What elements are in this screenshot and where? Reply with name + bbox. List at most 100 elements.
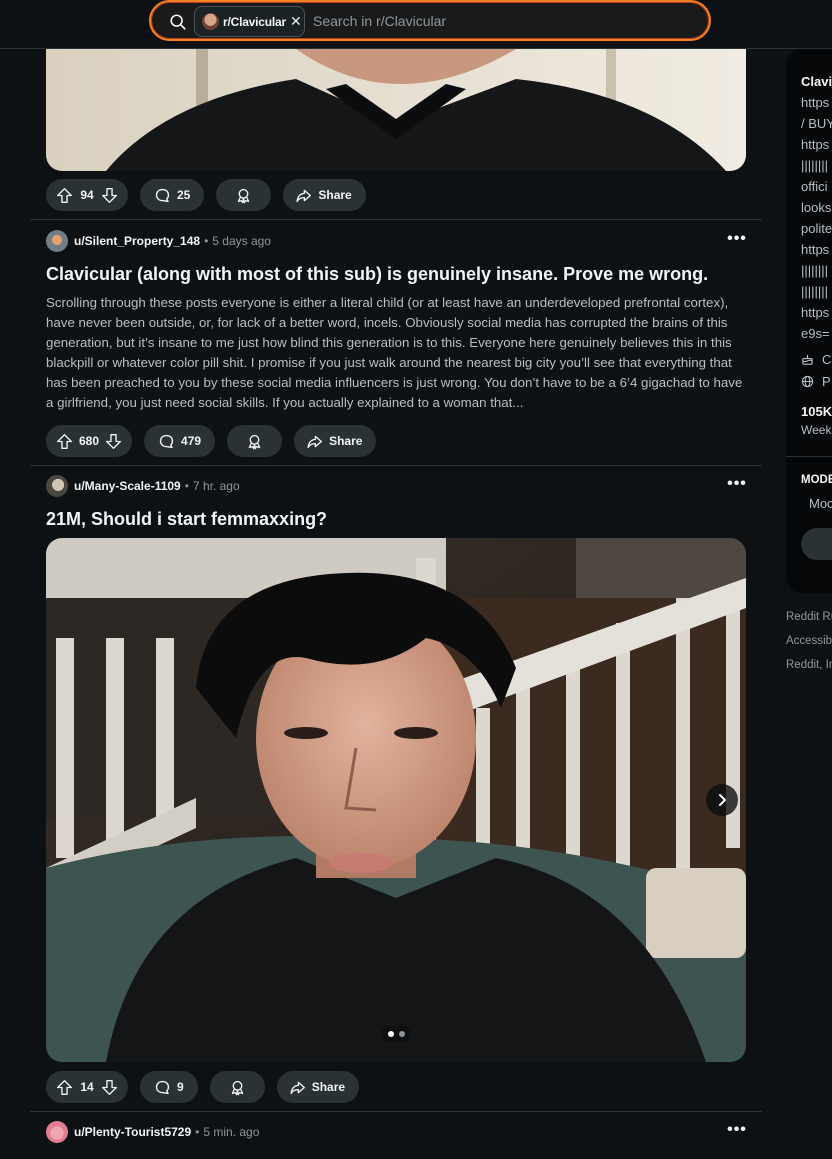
top-header: r/Clavicular ✕ Search in r/Clavicular (0, 0, 832, 49)
post-divider (30, 219, 762, 220)
downvote-icon[interactable] (101, 1079, 118, 1096)
comments-button[interactable]: 25 (140, 179, 205, 211)
post-title[interactable]: 21M, Should i start femmaxxing? (46, 507, 746, 531)
more-options-icon[interactable]: ••• (726, 1121, 748, 1143)
chevron-right-icon (719, 794, 726, 806)
cake-icon (802, 354, 813, 365)
carousel-dot-active[interactable] (387, 1031, 394, 1037)
created-row: C (801, 352, 831, 367)
sidebar-text: |||||||| (801, 284, 829, 299)
downvote-icon[interactable] (105, 433, 122, 450)
sidebar-title: Clavi (801, 74, 832, 89)
share-label: Share (311, 1080, 346, 1094)
moderators-link[interactable]: Moc (809, 496, 832, 511)
downvote-icon[interactable] (101, 187, 118, 204)
post-image[interactable] (46, 538, 746, 1062)
comment-count: 25 (177, 188, 191, 202)
comment-icon (159, 434, 174, 448)
member-count-label: Week (801, 423, 832, 437)
award-icon (248, 434, 261, 449)
public-row: P (801, 374, 831, 389)
post-author[interactable]: u/Plenty-Tourist5729 (74, 1125, 191, 1139)
award-button[interactable] (216, 179, 272, 211)
share-button[interactable]: Share (294, 425, 377, 457)
award-button[interactable] (227, 425, 283, 457)
avatar[interactable] (46, 1121, 68, 1143)
community-avatar (202, 13, 219, 30)
comment-count: 479 (181, 434, 202, 448)
close-icon[interactable]: ✕ (290, 13, 302, 30)
share-icon (307, 435, 323, 448)
sidebar-link[interactable]: https (801, 305, 829, 320)
vote-count: 14 (80, 1080, 94, 1094)
sidebar-divider (786, 456, 832, 457)
meta-separator: • (184, 479, 189, 493)
share-icon (296, 189, 312, 202)
comment-icon (155, 188, 170, 202)
post-divider (30, 1111, 762, 1112)
award-icon (231, 1080, 243, 1095)
more-options-icon[interactable]: ••• (726, 230, 748, 252)
comments-button[interactable]: 9 (140, 1071, 198, 1103)
post-title[interactable]: Clavicular (along with most of this sub)… (46, 262, 746, 286)
share-label: Share (318, 188, 352, 202)
post-actions: 14 9 Share (46, 1071, 360, 1103)
member-count: 105K (801, 404, 832, 419)
sidebar-text: looks (801, 200, 832, 215)
avatar[interactable] (46, 230, 68, 252)
comments-button[interactable]: 479 (144, 425, 216, 457)
community-sidebar: Clavi https / BUY https |||||||| offici … (786, 49, 832, 593)
sidebar-text: |||||||| (801, 263, 829, 278)
community-filter-chip[interactable]: r/Clavicular ✕ (194, 6, 305, 37)
moderators-heading: MODE (801, 474, 832, 486)
post-meta: u/Many-Scale-1109 • 7 hr. ago (46, 475, 240, 497)
share-icon (290, 1081, 305, 1094)
post-body[interactable]: Scrolling through these posts everyone i… (46, 293, 746, 413)
post-meta: u/Plenty-Tourist5729 • 5 min. ago (46, 1121, 259, 1143)
share-button[interactable]: Share (283, 179, 366, 211)
search-icon (170, 14, 186, 30)
post-author[interactable]: u/Many-Scale-1109 (74, 479, 181, 493)
search-bar[interactable]: r/Clavicular ✕ Search in r/Clavicular (149, 0, 711, 41)
sidebar-text: |||||||| (801, 158, 829, 173)
footer-link-accessibility[interactable]: Accessibi (786, 635, 832, 647)
post-time: 7 hr. ago (192, 479, 240, 493)
sidebar-link[interactable]: https (801, 95, 829, 110)
award-button[interactable] (209, 1071, 265, 1103)
upvote-icon[interactable] (56, 1079, 73, 1096)
comment-count: 9 (177, 1080, 184, 1094)
sidebar-text: / BUY (801, 116, 832, 131)
upvote-icon[interactable] (56, 187, 73, 204)
post-image[interactable] (46, 49, 746, 171)
created-label: C (822, 352, 832, 367)
footer-link-copyright[interactable]: Reddit, In (786, 659, 832, 671)
award-icon (238, 188, 250, 203)
public-label: P (822, 374, 831, 389)
post-actions: 94 25 Share (46, 179, 366, 211)
avatar[interactable] (46, 475, 68, 497)
share-button[interactable]: Share (276, 1071, 360, 1103)
carousel-indicator (381, 1026, 411, 1042)
carousel-next-button[interactable] (706, 784, 738, 816)
message-mods-button[interactable] (801, 528, 832, 560)
post-actions: 680 479 Share (46, 425, 377, 457)
carousel-dot[interactable] (398, 1031, 405, 1037)
meta-separator: • (195, 1125, 200, 1139)
vote-bar: 14 (46, 1071, 128, 1103)
post-meta: u/Silent_Property_148 • 5 days ago (46, 230, 271, 252)
vote-bar: 94 (46, 179, 128, 211)
upvote-icon[interactable] (56, 433, 73, 450)
vote-count: 680 (79, 434, 100, 448)
community-chip-label: r/Clavicular (223, 14, 286, 29)
post-time: 5 min. ago (203, 1125, 260, 1139)
vote-bar: 680 (46, 425, 133, 457)
sidebar-link[interactable]: https (801, 242, 829, 257)
meta-separator: • (204, 234, 209, 248)
post-divider (30, 465, 762, 466)
post-author[interactable]: u/Silent_Property_148 (74, 234, 200, 248)
sidebar-link[interactable]: https (801, 137, 829, 152)
footer-link-rules[interactable]: Reddit Ru (786, 611, 832, 623)
vote-count: 94 (80, 188, 94, 202)
more-options-icon[interactable]: ••• (726, 475, 748, 497)
search-input[interactable]: Search in r/Clavicular (313, 13, 446, 29)
